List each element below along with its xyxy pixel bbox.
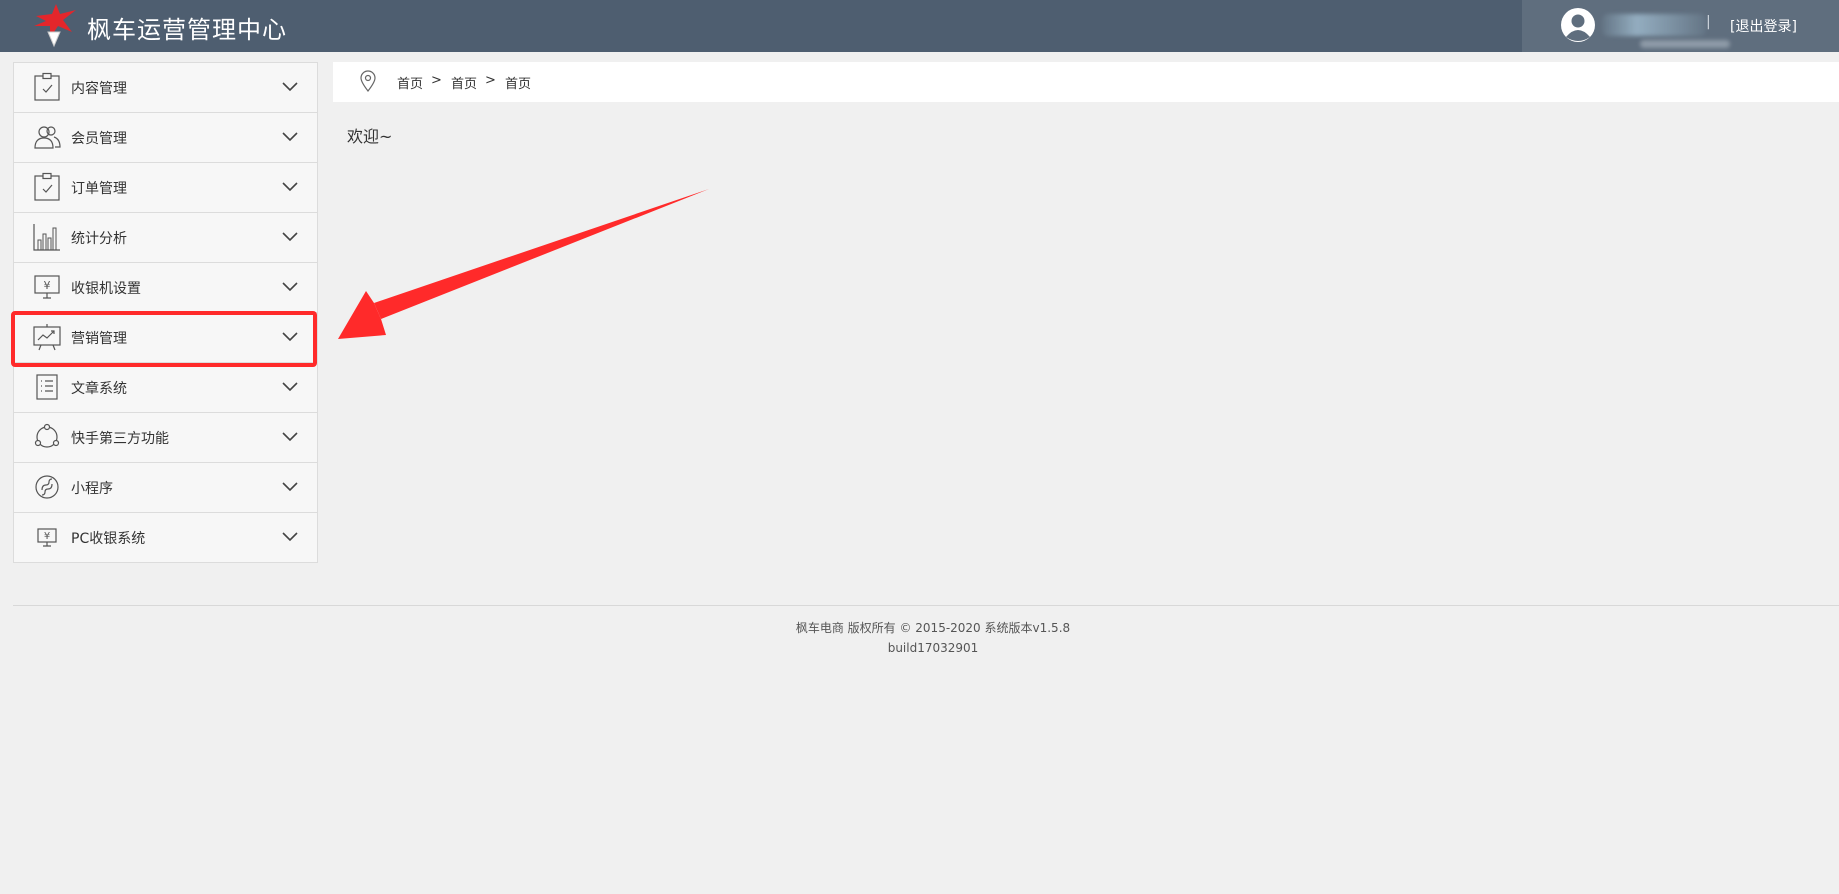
sidebar-item-orders[interactable]: 订单管理	[14, 163, 317, 213]
sidebar-item-kuaishou[interactable]: 快手第三方功能	[14, 413, 317, 463]
app-title: 枫车运营管理中心	[87, 16, 287, 44]
svg-text:¥: ¥	[44, 279, 51, 292]
breadcrumb-separator: >	[485, 73, 496, 88]
sidebar-item-content[interactable]: 内容管理	[14, 63, 317, 113]
breadcrumb-item[interactable]: 首页	[451, 73, 477, 92]
chevron-down-icon	[282, 382, 298, 392]
sidebar-item-label: 小程序	[71, 481, 113, 497]
article-list-icon	[36, 374, 58, 400]
chevron-down-icon	[282, 132, 298, 142]
sidebar-item-label: 文章系统	[71, 381, 127, 397]
users-icon	[34, 126, 61, 149]
chevron-down-icon	[282, 282, 298, 292]
sidebar-item-articles[interactable]: 文章系统	[14, 363, 317, 413]
footer-build: build17032901	[887, 641, 979, 655]
chevron-down-icon	[282, 432, 298, 442]
pc-cashier-icon: ¥	[37, 528, 57, 547]
cycle-icon	[34, 423, 60, 448]
footer-copyright: 枫车电商 版权所有 © 2015-2020 系统版本v1.5.8	[795, 621, 1071, 635]
sidebar-item-label: 订单管理	[71, 181, 127, 197]
sidebar-menu: 内容管理 会员管理 订单管理 统计分析 ¥ 收银机设置 营销管理 文章系统 快手…	[13, 62, 318, 563]
sidebar-item-label: 会员管理	[71, 131, 127, 147]
sidebar-item-pc-cashier[interactable]: ¥ PC收银系统	[14, 513, 317, 563]
chevron-down-icon	[282, 332, 298, 342]
footer-divider	[13, 605, 1839, 606]
breadcrumb-separator: >	[431, 73, 442, 88]
chevron-down-icon	[282, 182, 298, 192]
sidebar-item-label: PC收银系统	[71, 531, 146, 547]
svg-text:¥: ¥	[44, 531, 50, 542]
username-redacted-detail	[1640, 40, 1730, 48]
sidebar-item-members[interactable]: 会员管理	[14, 113, 317, 163]
location-pin-icon	[360, 70, 376, 92]
sidebar-item-label: 内容管理	[71, 81, 127, 97]
sidebar-item-cashier-settings[interactable]: ¥ 收银机设置	[14, 263, 317, 313]
avatar-icon[interactable]	[1560, 7, 1596, 43]
sidebar-item-label: 快手第三方功能	[71, 431, 169, 447]
clipboard-check-icon	[34, 172, 60, 201]
chevron-down-icon	[282, 82, 298, 92]
user-area: | [退出登录]	[1522, 0, 1839, 52]
logout-link[interactable]: [退出登录]	[1730, 16, 1797, 36]
annotation-arrow-icon	[338, 189, 709, 339]
username-redacted	[1602, 14, 1706, 36]
chevron-down-icon	[282, 532, 298, 542]
sidebar-item-marketing[interactable]: 营销管理	[14, 313, 317, 363]
header-separator: |	[1706, 14, 1711, 30]
sidebar-item-label: 收银机设置	[71, 281, 141, 297]
cashier-monitor-icon: ¥	[34, 275, 60, 299]
logo-icon	[34, 4, 76, 48]
sidebar-item-statistics[interactable]: 统计分析	[14, 213, 317, 263]
bar-chart-icon	[33, 224, 60, 251]
chevron-down-icon	[282, 482, 298, 492]
sidebar-item-label: 营销管理	[71, 331, 127, 347]
chevron-down-icon	[282, 232, 298, 242]
top-header: 枫车运营管理中心 | [退出登录]	[0, 0, 1839, 52]
welcome-text: 欢迎~	[347, 127, 393, 146]
marketing-board-icon	[33, 324, 61, 351]
mini-program-icon	[35, 475, 59, 499]
sidebar-item-label: 统计分析	[71, 231, 127, 247]
sidebar-item-mini-program[interactable]: 小程序	[14, 463, 317, 513]
clipboard-check-icon	[34, 72, 60, 101]
breadcrumb-item: 首页	[505, 77, 532, 92]
breadcrumb-item[interactable]: 首页	[397, 73, 423, 92]
breadcrumb: 首页 > 首页 > 首页	[333, 62, 1839, 102]
